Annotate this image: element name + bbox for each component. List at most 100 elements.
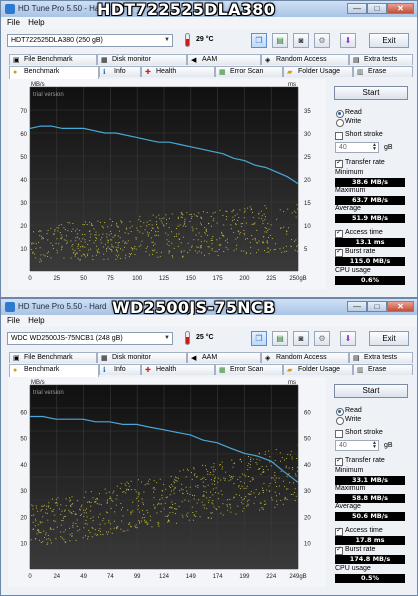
- tab-file-benchmark[interactable]: ▣ File Benchmark: [9, 352, 97, 363]
- tab-extra-tests[interactable]: ▤ Extra tests: [349, 352, 413, 363]
- access-time-point: [151, 526, 153, 528]
- access-time-point: [116, 527, 118, 529]
- read-radio[interactable]: Read: [336, 407, 362, 416]
- maximize-button[interactable]: □: [367, 301, 387, 312]
- access-time-point: [107, 242, 109, 244]
- drive-select[interactable]: HDT722525DLA380 (250 gB) ▼: [7, 34, 173, 47]
- access-time-point: [250, 246, 252, 248]
- copy-text-icon[interactable]: ▤: [272, 33, 288, 48]
- access-time-point: [260, 507, 262, 509]
- drive-select[interactable]: WDC WD2500JS-75NCB1 (248 gB) ▼: [7, 332, 173, 345]
- close-button[interactable]: ✕: [387, 3, 414, 14]
- access-time-point: [54, 229, 56, 231]
- exit-button[interactable]: Exit: [369, 33, 409, 48]
- short-stroke-checkbox[interactable]: Short stroke: [335, 429, 383, 438]
- access-time-point: [262, 242, 264, 244]
- tab-random-access[interactable]: ◈ Random Access: [261, 54, 349, 65]
- screenshot-icon[interactable]: ◙: [293, 331, 309, 346]
- access-time-point: [212, 488, 214, 490]
- tab-disk-monitor[interactable]: ▦ Disk monitor: [97, 352, 187, 363]
- exit-button[interactable]: Exit: [369, 331, 409, 346]
- tab-benchmark[interactable]: ● Benchmark: [9, 66, 99, 79]
- tab-benchmark[interactable]: ● Benchmark: [9, 364, 99, 377]
- copy-text-icon[interactable]: ▤: [272, 331, 288, 346]
- tab-error-scan[interactable]: ▦ Error Scan: [215, 364, 283, 375]
- menu-help[interactable]: Help: [28, 316, 44, 325]
- access-time-point: [232, 477, 234, 479]
- access-time-point: [267, 247, 269, 249]
- access-time-point: [82, 509, 84, 511]
- access-time-checkbox[interactable]: Access time: [335, 228, 383, 238]
- start-button[interactable]: Start: [334, 384, 408, 398]
- minimize-button[interactable]: —: [347, 3, 367, 14]
- tab-folder-usage[interactable]: ▰ Folder Usage: [283, 364, 353, 375]
- access-time-point: [195, 476, 197, 478]
- transfer-rate-checkbox[interactable]: Transfer rate: [335, 158, 385, 168]
- access-time-point: [194, 473, 196, 475]
- menu-help[interactable]: Help: [28, 18, 44, 27]
- short-stroke-checkbox[interactable]: Short stroke: [335, 131, 383, 140]
- tab-erase[interactable]: ▥ Erase: [353, 364, 413, 375]
- tab-disk-monitor[interactable]: ▦ Disk monitor: [97, 54, 187, 65]
- menu-file[interactable]: File: [7, 18, 20, 27]
- access-time-point: [154, 249, 156, 251]
- options-icon[interactable]: ⚙: [314, 331, 330, 346]
- burst-rate-checkbox[interactable]: Burst rate: [335, 247, 375, 257]
- temperature-readout: 29 °C: [196, 36, 214, 43]
- menu-file[interactable]: File: [7, 316, 20, 325]
- copy-icon[interactable]: ❐: [251, 33, 267, 48]
- access-time-point: [78, 238, 80, 240]
- spin-arrows-icon[interactable]: ▲ ▼: [372, 441, 377, 450]
- tab-info[interactable]: ℹ Info: [99, 364, 141, 375]
- tab-health[interactable]: ✚ Health: [141, 364, 215, 375]
- access-time-point: [99, 528, 101, 530]
- tab-info[interactable]: ℹ Info: [99, 66, 141, 77]
- screenshot-icon[interactable]: ◙: [293, 33, 309, 48]
- options-icon[interactable]: ⚙: [314, 33, 330, 48]
- title-bar[interactable]: HD Tune Pro 5.50 - Hard WD2500JS-75NCB —…: [1, 299, 417, 317]
- y-right-unit: ms: [288, 380, 296, 386]
- access-time-point: [174, 503, 176, 505]
- access-time-point: [193, 467, 195, 469]
- tab-aam[interactable]: ◀ AAM: [187, 54, 261, 65]
- tab-random-access[interactable]: ◈ Random Access: [261, 352, 349, 363]
- burst-rate-checkbox[interactable]: Burst rate: [335, 545, 375, 555]
- tab-file-benchmark[interactable]: ▣ File Benchmark: [9, 54, 97, 65]
- short-stroke-input[interactable]: 40 ▲ ▼: [335, 440, 379, 451]
- tab-aam[interactable]: ◀ AAM: [187, 352, 261, 363]
- access-time-point: [243, 232, 245, 234]
- access-time-point: [185, 225, 187, 227]
- access-time-point: [231, 211, 233, 213]
- maximize-button[interactable]: □: [367, 3, 387, 14]
- write-radio[interactable]: Write: [336, 118, 361, 127]
- benchmark-icon: ●: [13, 367, 18, 374]
- access-time-point: [37, 529, 39, 531]
- access-time-point: [145, 522, 147, 524]
- minimize-button[interactable]: —: [347, 301, 367, 312]
- write-radio[interactable]: Write: [336, 416, 361, 425]
- access-time-point: [292, 468, 294, 470]
- tab-folder-usage[interactable]: ▰ Folder Usage: [283, 66, 353, 77]
- access-time-point: [231, 476, 233, 478]
- access-time-point: [238, 485, 240, 487]
- access-time-point: [230, 477, 232, 479]
- read-radio[interactable]: Read: [336, 109, 362, 118]
- start-button[interactable]: Start: [334, 86, 408, 100]
- access-time-point: [193, 468, 195, 470]
- copy-icon[interactable]: ❐: [251, 331, 267, 346]
- short-stroke-input[interactable]: 40 ▲ ▼: [335, 142, 379, 153]
- tab-error-scan[interactable]: ▦ Error Scan: [215, 66, 283, 77]
- save-icon[interactable]: ⬇: [340, 33, 356, 48]
- save-icon[interactable]: ⬇: [340, 331, 356, 346]
- title-bar[interactable]: HD Tune Pro 5.50 - Hard HDT722525DLA380 …: [1, 1, 417, 19]
- close-button[interactable]: ✕: [387, 301, 414, 312]
- access-time-point: [203, 507, 205, 509]
- access-time-checkbox[interactable]: Access time: [335, 526, 383, 536]
- transfer-rate-checkbox[interactable]: Transfer rate: [335, 456, 385, 466]
- tab-extra-tests[interactable]: ▤ Extra tests: [349, 54, 413, 65]
- spin-arrows-icon[interactable]: ▲ ▼: [372, 143, 377, 152]
- tab-health[interactable]: ✚ Health: [141, 66, 215, 77]
- access-time-point: [190, 213, 192, 215]
- access-time-point: [217, 254, 219, 256]
- tab-erase[interactable]: ▥ Erase: [353, 66, 413, 77]
